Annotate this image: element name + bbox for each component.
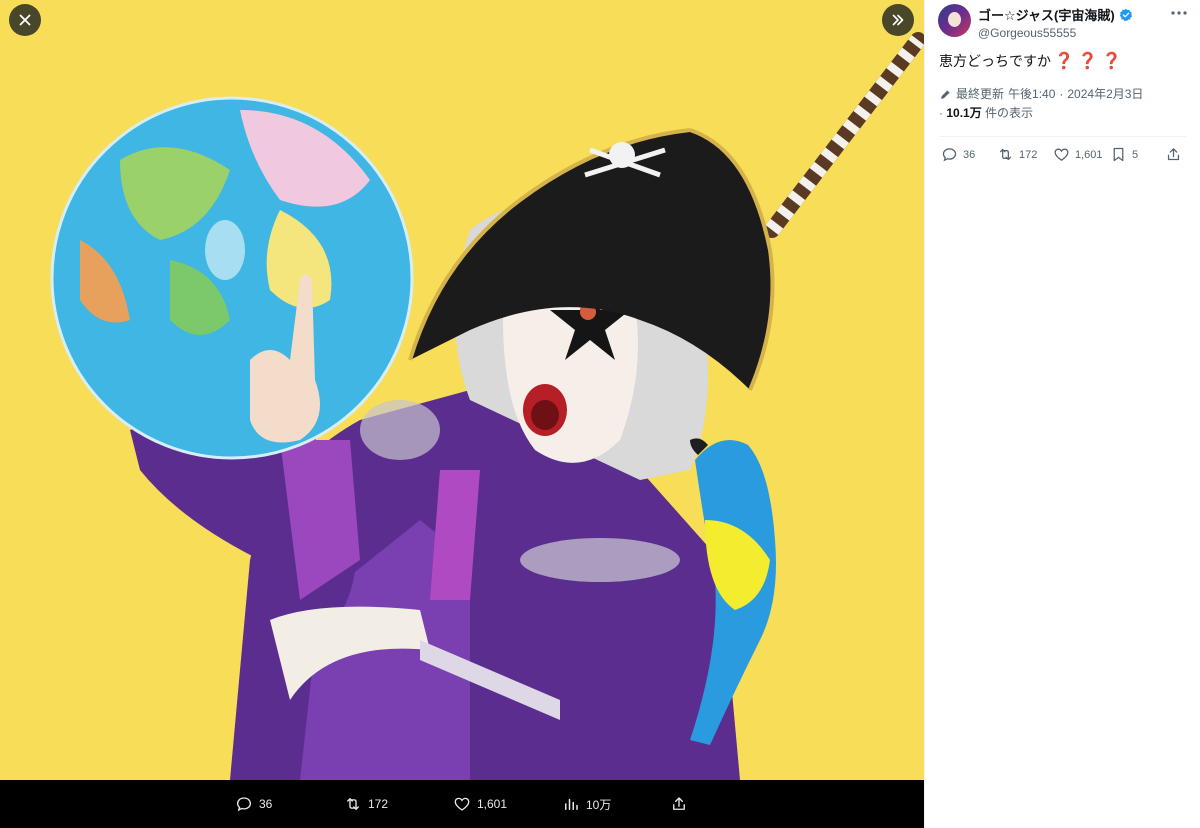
tweet-meta: 最終更新 午後1:40 · 2024年2月3日 · 10.1万 件の表示	[939, 85, 1143, 123]
like-button[interactable]: 1,601	[1053, 146, 1103, 163]
media-like-count: 1,601	[477, 797, 508, 811]
like-count: 1,601	[1075, 148, 1103, 161]
views-count: 10.1万	[946, 106, 982, 120]
meta-separator: ·	[1059, 87, 1064, 101]
edit-pencil-icon	[941, 90, 950, 99]
media-like-button[interactable]: 1,601	[453, 795, 507, 813]
author-display-name[interactable]: ゴー☆ジャス(宇宙海賊)	[978, 5, 1115, 24]
views-bullet: ·	[939, 106, 943, 120]
verified-badge-icon	[1119, 8, 1132, 21]
media-action-bar: 36 172 1,601 10万	[0, 780, 924, 828]
media-reply-button[interactable]: 36	[235, 795, 272, 813]
tweet-action-bar: 36 172 1,601 5	[939, 146, 1189, 166]
media-share-button[interactable]	[670, 795, 688, 813]
share-icon	[1167, 148, 1180, 161]
share-icon	[673, 797, 685, 810]
media-views-button[interactable]: 10万	[562, 795, 611, 813]
retweet-icon	[347, 798, 359, 810]
tweet-time[interactable]: 午後1:40	[1008, 85, 1055, 104]
reply-count: 36	[963, 148, 976, 161]
author-handle[interactable]: @Gorgeous55555	[978, 26, 1133, 40]
last-updated-label[interactable]: 最終更新	[956, 85, 1004, 104]
bookmark-button[interactable]: 5	[1110, 146, 1138, 163]
retweet-icon	[999, 148, 1012, 161]
more-dots-icon	[1171, 11, 1187, 15]
close-button[interactable]	[9, 4, 41, 36]
tweet-detail-panel: ゴー☆ジャス(宇宙海賊) @Gorgeous55555 恵方どっちですか ❓❓❓…	[924, 0, 1200, 828]
avatar[interactable]	[938, 4, 971, 37]
photo-illustration	[0, 0, 924, 780]
views-label: 件の表示	[985, 106, 1034, 120]
media-viewer: 36 172 1,601 10万	[0, 0, 924, 828]
share-button[interactable]	[1165, 146, 1182, 163]
tweet-text: 恵方どっちですか ❓❓❓	[939, 51, 1126, 71]
more-options-button[interactable]	[1169, 6, 1189, 20]
retweet-count: 172	[1019, 148, 1038, 161]
media-views-count: 10万	[586, 797, 612, 812]
tweet-photo[interactable]	[0, 0, 924, 780]
reply-icon	[236, 797, 252, 812]
heart-icon	[1054, 148, 1069, 161]
question-mark-emojis: ❓❓❓	[1054, 53, 1126, 70]
media-retweet-count: 172	[368, 797, 389, 811]
tweet-date[interactable]: 2024年2月3日	[1067, 85, 1143, 104]
globe	[50, 96, 414, 460]
expand-panel-button[interactable]	[882, 4, 914, 36]
reply-icon	[942, 148, 957, 162]
divider	[939, 136, 1186, 137]
media-retweet-button[interactable]: 172	[344, 795, 388, 813]
tweet-text-body: 恵方どっちですか	[939, 53, 1051, 69]
author-display-name-row[interactable]: ゴー☆ジャス(宇宙海賊)	[978, 5, 1133, 24]
reply-button[interactable]: 36	[941, 146, 975, 163]
heart-icon	[454, 797, 470, 811]
media-reply-count: 36	[259, 797, 273, 811]
bookmark-icon	[1113, 147, 1124, 162]
tweet-author[interactable]: ゴー☆ジャス(宇宙海賊) @Gorgeous55555	[938, 4, 1133, 40]
author-names: ゴー☆ジャス(宇宙海賊) @Gorgeous55555	[978, 5, 1133, 40]
bookmark-count: 5	[1132, 148, 1139, 161]
retweet-button[interactable]: 172	[997, 146, 1037, 163]
close-icon	[19, 14, 31, 26]
analytics-icon	[565, 798, 578, 810]
chevrons-right-icon	[892, 14, 904, 26]
